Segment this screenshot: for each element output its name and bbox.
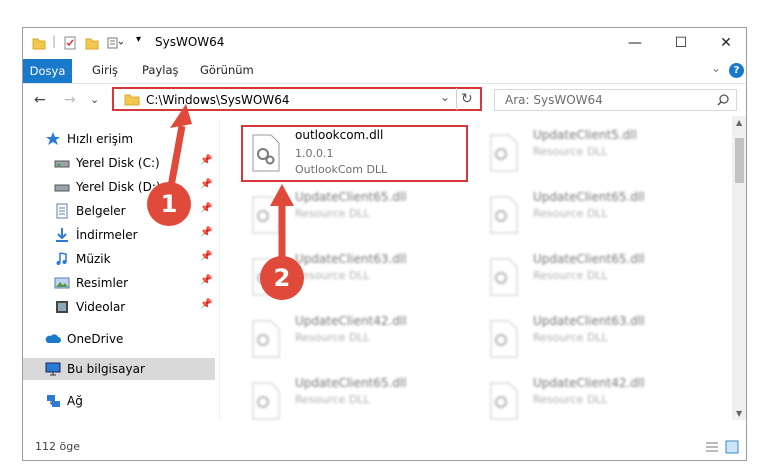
annotation-arrows <box>166 104 294 262</box>
arrow-2-head <box>270 184 294 206</box>
step-2-badge: 2 <box>260 256 304 300</box>
arrow-1-head <box>170 104 192 128</box>
step-1-badge: 1 <box>147 182 191 226</box>
